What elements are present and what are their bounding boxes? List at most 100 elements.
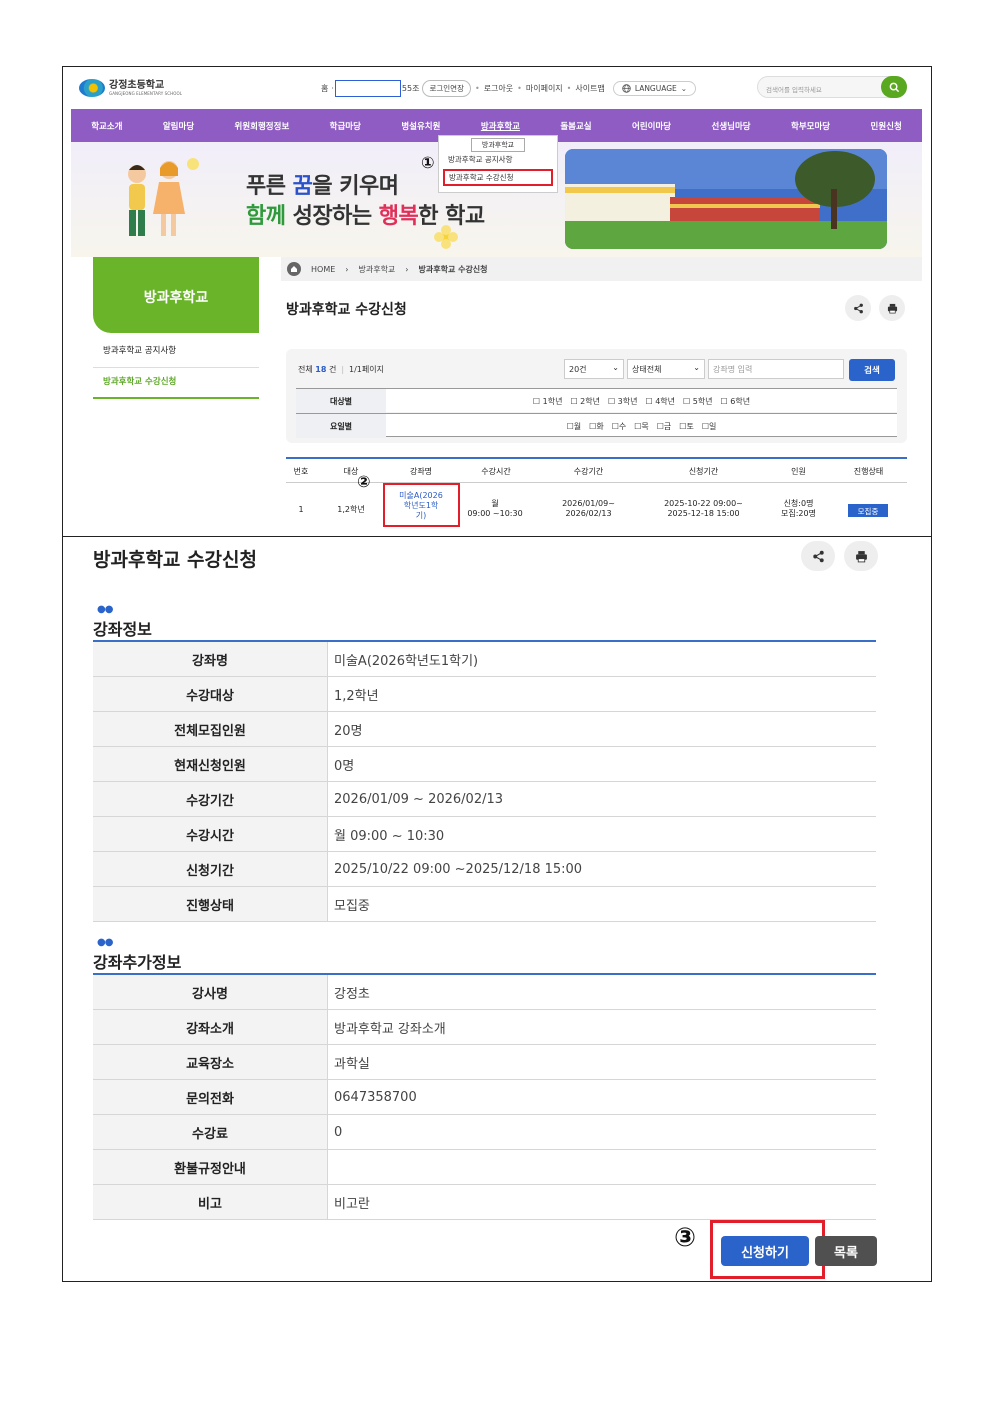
table-row: 수강료 0: [93, 1115, 876, 1150]
share-icon: [812, 550, 824, 562]
language-label: LANGUAGE: [634, 84, 677, 93]
gnb-item-teacher[interactable]: 선생님마당: [712, 120, 751, 132]
apply-button[interactable]: 신청하기: [721, 1236, 809, 1266]
row-label: 수강료: [93, 1115, 327, 1149]
gnb-item-committee[interactable]: 위원회행정정보: [235, 120, 290, 132]
sidebar-active-underline: [93, 397, 259, 399]
gnb-item-children[interactable]: 어린이마당: [632, 120, 671, 132]
detail-page-title: 방과후학교 수강신청: [93, 549, 257, 571]
per-page-select[interactable]: 20건 ⌄: [564, 359, 624, 379]
count-suffix: 건: [326, 365, 337, 374]
row-label: 교육장소: [93, 1045, 327, 1079]
table-row: 진행상태 모집중: [93, 887, 876, 922]
school-logo[interactable]: 강정초등학교 GANGJEONG ELEMENTARY SCHOOL: [79, 79, 182, 97]
login-extend-button[interactable]: 로그인연장: [422, 80, 471, 97]
lecture-link-line: 미술A(2026: [399, 491, 443, 500]
dropdown-title: 방과후학교: [471, 138, 525, 152]
util-dot-icon: •: [566, 84, 572, 93]
language-select[interactable]: LANGUAGE ⌄: [612, 81, 697, 96]
table-header: 번호 대상 강좌명 수강시간 수강기간 신청기간 인원 진행상태: [286, 457, 907, 483]
sitemap-link[interactable]: 사이트맵: [575, 83, 604, 94]
column-header: 수강기간: [573, 467, 604, 476]
print-icon: [855, 550, 867, 562]
status-value: 상태전체: [632, 365, 662, 374]
row-value: 방과후학교 강좌소개: [327, 1010, 876, 1044]
row-apply-end: 2025-12-18 15:00: [667, 509, 740, 518]
util-home-link[interactable]: 홈: [321, 83, 328, 94]
gnb-item-notice[interactable]: 알림마당: [163, 120, 194, 132]
gnb-item-petition[interactable]: 민원신청: [871, 120, 902, 132]
row-value: [327, 1150, 876, 1184]
gnb-item-care[interactable]: 돌봄교실: [560, 120, 591, 132]
gnb-item-kindergarten[interactable]: 병설유치원: [401, 120, 440, 132]
util-dot-icon: •: [474, 84, 480, 93]
home-icon[interactable]: [287, 262, 301, 276]
afterschool-dropdown-menu: 방과후학교 방과후학교 공지사항 방과후학교 수강신청: [438, 135, 558, 193]
lecture-link[interactable]: 미술A(2026 학년도1학 기): [388, 491, 454, 521]
breadcrumb-afterschool[interactable]: 방과후학교: [358, 264, 395, 275]
logo-subtitle: GANGJEONG ELEMENTARY SCHOOL: [109, 90, 183, 96]
row-value: 1,2학년: [327, 677, 876, 711]
util-dot-icon: •: [517, 84, 522, 93]
gnb-item-class[interactable]: 학급마당: [330, 120, 361, 132]
row-value: 0647358700: [327, 1080, 876, 1114]
row-label: 진행상태: [93, 887, 327, 921]
table-row: 수강대상 1,2학년: [93, 677, 876, 712]
column-header: 강좌명: [409, 467, 433, 476]
breadcrumb-current: 방과후학교 수강신청: [418, 264, 488, 274]
column-header: 진행상태: [853, 467, 884, 476]
row-target: 1,2학년: [337, 505, 365, 514]
list-button[interactable]: 목록: [815, 1236, 877, 1266]
row-label: 강사명: [93, 975, 327, 1009]
search-icon: [889, 82, 899, 92]
row-label: 신청기간: [93, 852, 327, 886]
table-row: 비고 비고란: [93, 1185, 876, 1220]
day-checkboxes[interactable]: ☐월 ☐화 ☐수 ☐목 ☐금 ☐토 ☐일: [386, 414, 897, 438]
sidebar-item-notice[interactable]: 방과후학교 공지사항: [93, 344, 259, 356]
table-row: 문의전화 0647358700: [93, 1080, 876, 1115]
slogan-text: 성장하는: [285, 204, 379, 229]
gnb-item-afterschool[interactable]: 방과후학교: [481, 120, 520, 132]
gnb-item-parent[interactable]: 학부모마당: [791, 120, 830, 132]
row-value: 과학실: [327, 1045, 876, 1079]
chevron-down-icon: ⌄: [612, 363, 619, 372]
mypage-link[interactable]: 마이페이지: [526, 83, 563, 94]
row-label: 환불규정안내: [93, 1150, 327, 1184]
row-label: 수강기간: [93, 782, 327, 816]
print-icon: [887, 303, 897, 313]
dropdown-item-notice[interactable]: 방과후학교 공지사항: [439, 152, 557, 167]
row-value: 모집중: [327, 887, 876, 921]
banner-slogan-line1: 푸른 꿈을 키우며: [246, 168, 399, 200]
flower-icon: [434, 225, 458, 249]
status-badge: 모집중: [848, 504, 888, 517]
row-value: 미술A(2026학년도1학기): [327, 642, 876, 676]
page-title: 방과후학교 수강신청: [286, 302, 407, 318]
status-select[interactable]: 상태전체 ⌄: [627, 359, 705, 379]
print-button[interactable]: [879, 295, 905, 321]
table-row: 신청기간 2025/10/22 09:00 ~2025/12/18 15:00: [93, 852, 876, 887]
detail-share-button[interactable]: [801, 541, 835, 571]
search-button[interactable]: 검색: [849, 359, 895, 381]
table-row: 강사명 강정초: [93, 975, 876, 1010]
top-search-input[interactable]: 검색어를 입력하세요: [757, 76, 907, 98]
lecture-search-input[interactable]: 강좌명 입력: [708, 359, 844, 379]
row-label: 비고: [93, 1185, 327, 1219]
table-row: 환불규정안내: [93, 1150, 876, 1185]
sidebar-item-apply[interactable]: 방과후학교 수강신청: [93, 375, 259, 387]
detail-print-button[interactable]: [844, 541, 878, 571]
count-value: 18: [315, 365, 327, 374]
logout-link[interactable]: 로그아웃: [484, 83, 513, 94]
row-period-end: 2026/02/13: [565, 509, 612, 518]
dropdown-item-apply[interactable]: 방과후학교 수강신청: [443, 169, 553, 186]
slogan-text: 을 키우며: [312, 174, 399, 199]
table-row: 1 1,2학년 미술A(2026 학년도1학 기) 월 09:00 ~10:30…: [286, 483, 907, 537]
share-button[interactable]: [845, 295, 871, 321]
row-period: 2026/01/09~ 2026/02/13: [551, 499, 626, 519]
grade-filter-row: 대상별 ☐ 1학년 ☐ 2학년 ☐ 3학년 ☐ 4학년 ☐ 5학년 ☐ 6학년: [296, 388, 897, 413]
gnb-item-about[interactable]: 학교소개: [91, 120, 122, 132]
top-search-button[interactable]: [881, 76, 907, 98]
grade-checkboxes[interactable]: ☐ 1학년 ☐ 2학년 ☐ 3학년 ☐ 4학년 ☐ 5학년 ☐ 6학년: [386, 389, 897, 413]
globe-icon: [622, 84, 631, 93]
row-value: 20명: [327, 712, 876, 746]
breadcrumb-home[interactable]: HOME: [311, 265, 335, 274]
